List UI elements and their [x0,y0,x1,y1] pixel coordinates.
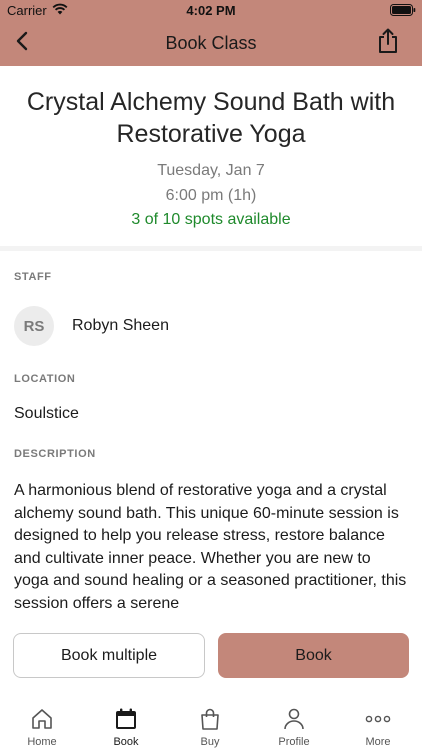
tab-home-label: Home [27,736,57,748]
avatar: RS [14,306,54,346]
staff-name[interactable]: Robyn Sheen [72,317,169,335]
class-date: Tuesday, Jan 7 [157,162,265,179]
class-time: 6:00 pm (1h) [165,187,257,204]
class-title: Crystal Alchemy Sound Bath with Restorat… [26,88,396,148]
class-summary: Crystal Alchemy Sound Bath with Restorat… [0,66,422,248]
status-bar: Carrier 4:02 PM [0,0,422,20]
tab-home[interactable]: Home [0,697,84,750]
tab-more-label: More [365,736,391,748]
availability-text: 3 of 10 spots available [131,211,291,228]
tab-book-label: Book [113,736,139,748]
share-icon [377,28,399,59]
header: Carrier 4:02 PM Book Class [0,0,422,66]
status-time: 4:02 PM [186,3,236,18]
calendar-icon [84,707,168,731]
tab-buy-label: Buy [200,736,220,748]
staff-section-label: STAFF [14,271,52,283]
avatar-initials: RS [23,317,45,335]
tab-buy[interactable]: Buy [168,697,252,750]
page-title: Book Class [165,33,257,53]
section-divider [0,246,422,251]
battery-icon [390,4,416,19]
home-icon [0,707,84,731]
tab-book[interactable]: Book [84,697,168,750]
person-icon [252,707,336,731]
tab-profile[interactable]: Profile [252,697,336,750]
book-button[interactable]: Book [218,633,409,678]
location-section-label: LOCATION [14,373,76,385]
description-text: A harmonious blend of restorative yoga a… [14,482,407,612]
share-button[interactable] [374,28,402,58]
location-name: Soulstice [14,405,79,422]
navigation-bar: Book Class [0,20,422,66]
description-section-label: DESCRIPTION [14,448,96,460]
tab-bar: Home Book Buy Profile More [0,697,422,750]
tab-more[interactable]: More [336,697,420,750]
book-multiple-button[interactable]: Book multiple [13,633,205,678]
tab-profile-label: Profile [278,736,310,748]
more-dots-icon [336,707,420,731]
shopping-bag-icon [168,707,252,731]
